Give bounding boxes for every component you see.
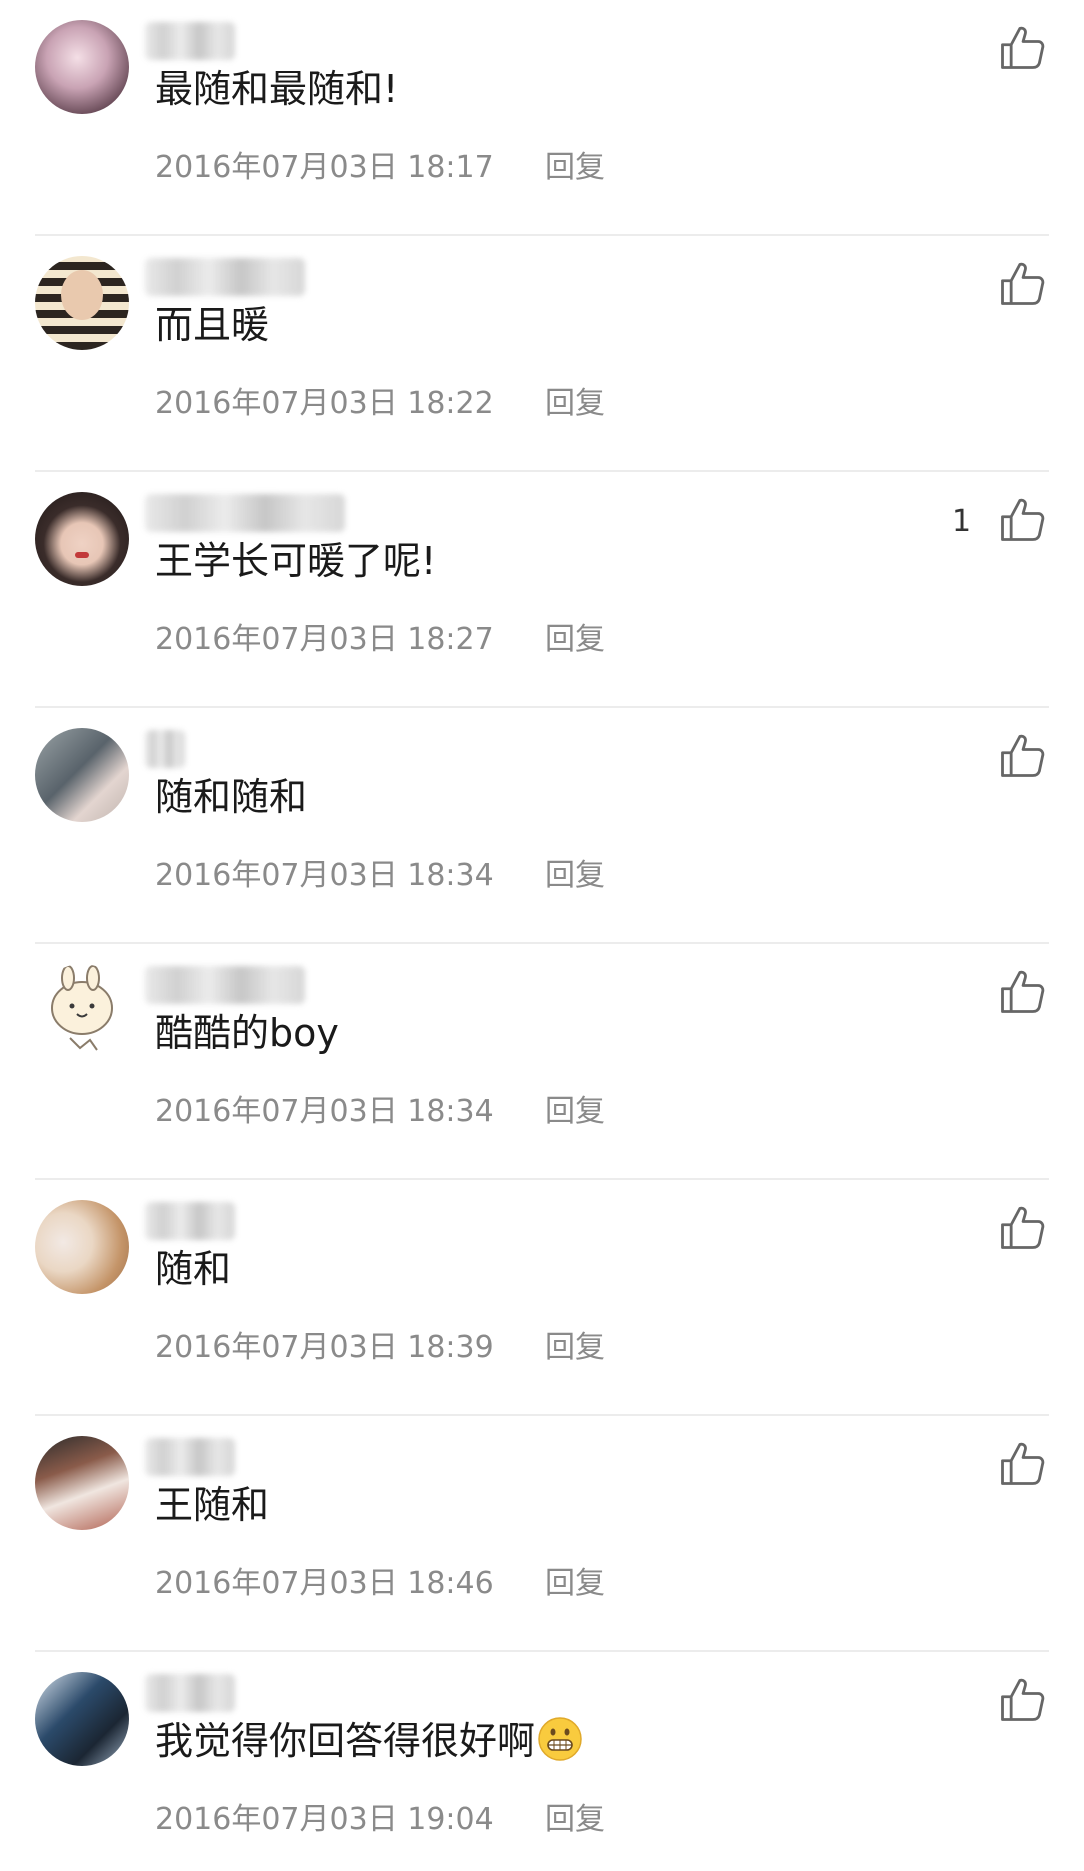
comment-timestamp: 2016年07月03日 18:27 <box>155 622 494 657</box>
cartoon-bunny-icon <box>51 965 113 1051</box>
username-redacted[interactable] <box>145 1202 235 1240</box>
username-redacted[interactable] <box>145 22 235 60</box>
comment-item: 最随和最随和! 2016年07月03日 18:17 回复 <box>0 0 1084 236</box>
comment-timestamp: 2016年07月03日 18:34 <box>155 1094 494 1129</box>
comment-timestamp: 2016年07月03日 18:22 <box>155 386 494 421</box>
avatar[interactable] <box>35 1672 129 1766</box>
thumbs-up-icon[interactable] <box>996 258 1048 310</box>
thumbs-up-icon[interactable] <box>996 966 1048 1018</box>
avatar[interactable] <box>35 1200 129 1294</box>
avatar[interactable] <box>35 256 129 350</box>
avatar-lips <box>75 552 89 558</box>
username-redacted[interactable] <box>145 494 345 532</box>
username-redacted[interactable] <box>145 1438 235 1476</box>
comment-item: 王学长可暖了呢! 2016年07月03日 18:27 回复 1 <box>0 472 1084 708</box>
comment-text: 我觉得你回答得很好啊 <box>155 1716 583 1766</box>
thumbs-up-icon[interactable] <box>996 1674 1048 1726</box>
comment-text: 酷酷的boy <box>155 1011 339 1055</box>
thumbs-up-icon[interactable] <box>996 494 1048 546</box>
thumbs-up-icon[interactable] <box>996 22 1048 74</box>
comment-item: 随和 2016年07月03日 18:39 回复 <box>0 1180 1084 1416</box>
comment-timestamp: 2016年07月03日 18:17 <box>155 150 494 185</box>
comment-timestamp: 2016年07月03日 18:46 <box>155 1566 494 1601</box>
comment-text: 随和随和 <box>155 775 308 819</box>
comment-item: 王随和 2016年07月03日 18:46 回复 <box>0 1416 1084 1652</box>
avatar[interactable] <box>35 964 129 1058</box>
like-count: 1 <box>952 504 972 539</box>
comment-text: 最随和最随和! <box>155 67 399 111</box>
reply-button[interactable]: 回复 <box>545 1328 605 1368</box>
comment-timestamp: 2016年07月03日 18:39 <box>155 1330 494 1365</box>
grinning-face-icon <box>538 1717 582 1761</box>
username-redacted[interactable] <box>145 966 305 1004</box>
comment-text: 而且暖 <box>155 303 270 347</box>
reply-button[interactable]: 回复 <box>545 384 605 424</box>
comment-text: 王随和 <box>155 1483 270 1527</box>
thumbs-up-icon[interactable] <box>996 1202 1048 1254</box>
avatar[interactable] <box>35 1436 129 1530</box>
thumbs-up-icon[interactable] <box>996 1438 1048 1490</box>
reply-button[interactable]: 回复 <box>545 1564 605 1604</box>
comment-timestamp: 2016年07月03日 18:34 <box>155 858 494 893</box>
avatar[interactable] <box>35 492 129 586</box>
reply-button[interactable]: 回复 <box>545 620 605 660</box>
comment-text-body: 我觉得你回答得很好啊 <box>155 1719 536 1763</box>
avatar[interactable] <box>35 728 129 822</box>
reply-button[interactable]: 回复 <box>545 1092 605 1132</box>
username-redacted[interactable] <box>145 730 185 768</box>
comment-item: 酷酷的boy 2016年07月03日 18:34 回复 <box>0 944 1084 1180</box>
comment-item: 而且暖 2016年07月03日 18:22 回复 <box>0 236 1084 472</box>
username-redacted[interactable] <box>145 1674 235 1712</box>
username-redacted[interactable] <box>145 258 305 296</box>
comment-text: 随和 <box>155 1247 232 1291</box>
comment-item: 随和随和 2016年07月03日 18:34 回复 <box>0 708 1084 944</box>
reply-button[interactable]: 回复 <box>545 1800 605 1840</box>
avatar[interactable] <box>35 20 129 114</box>
comment-timestamp: 2016年07月03日 19:04 <box>155 1802 494 1837</box>
thumbs-up-icon[interactable] <box>996 730 1048 782</box>
reply-button[interactable]: 回复 <box>545 856 605 896</box>
comment-text: 王学长可暖了呢! <box>155 539 437 583</box>
reply-button[interactable]: 回复 <box>545 148 605 188</box>
avatar-face <box>61 270 103 320</box>
comment-item: 我觉得你回答得很好啊 2016年07月03日 19:04 回复 <box>0 1652 1084 1871</box>
